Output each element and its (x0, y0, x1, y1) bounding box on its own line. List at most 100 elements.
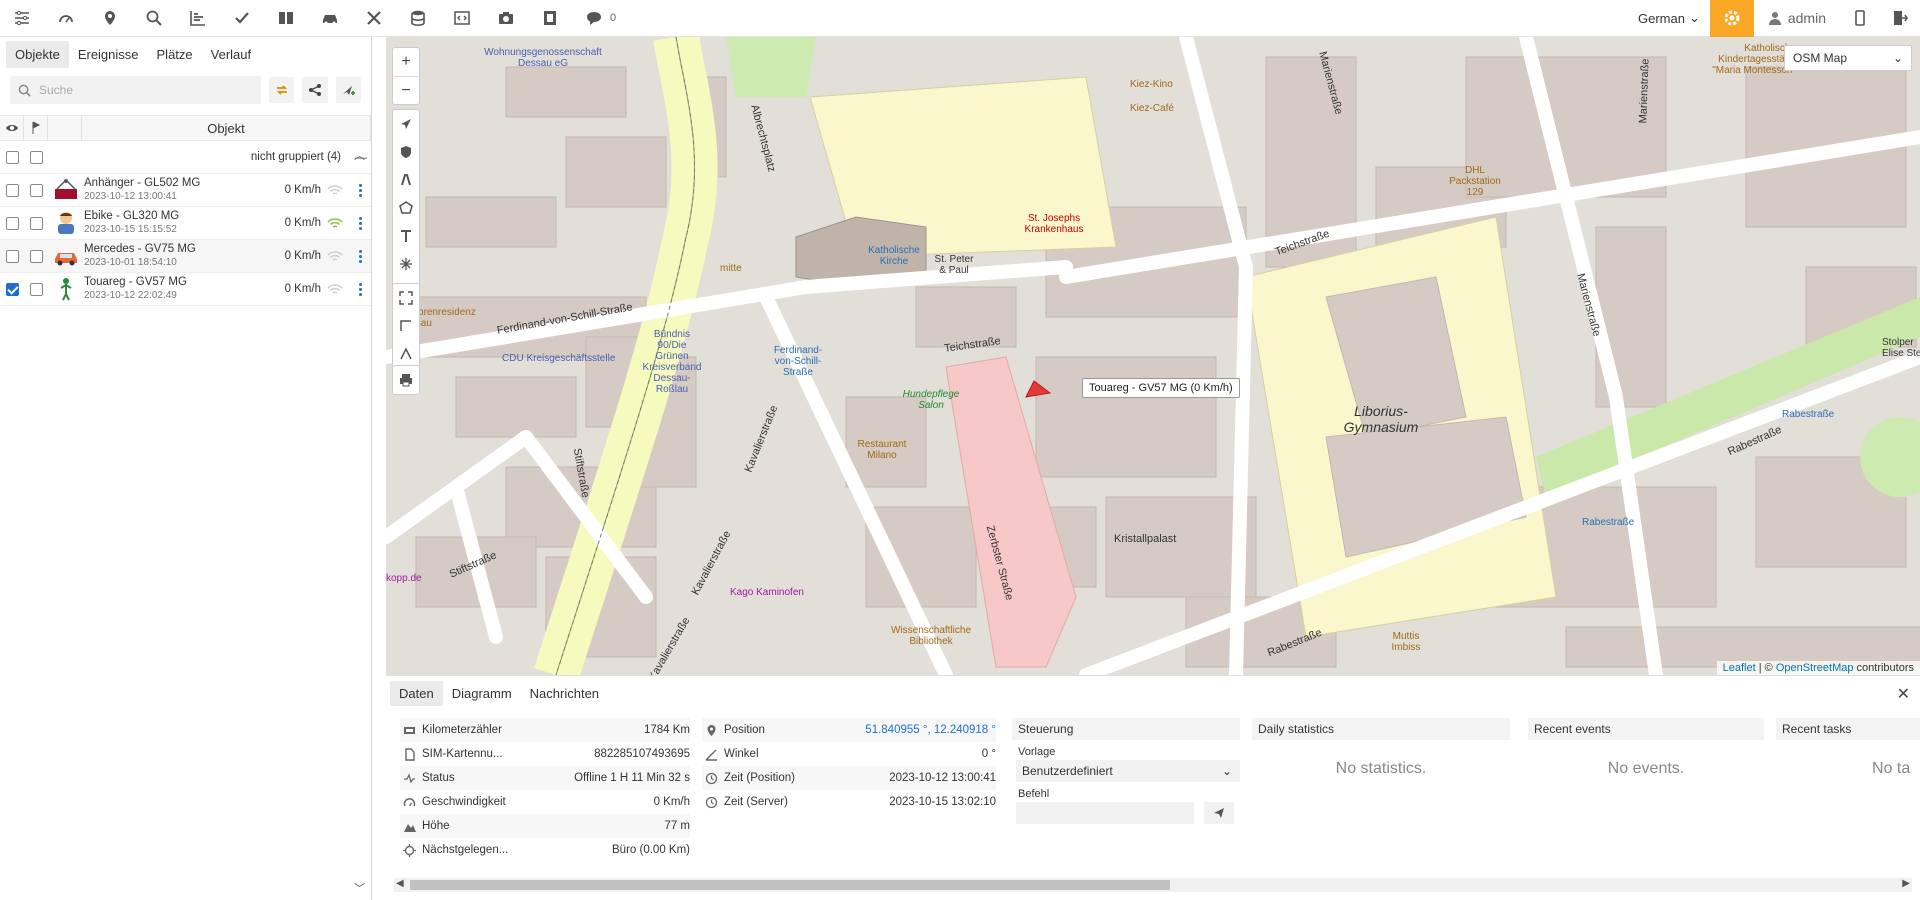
object-menu-icon[interactable] (349, 282, 371, 296)
recent-tasks-empty: No ta (1872, 760, 1911, 777)
object-row[interactable]: Mercedes - GV75 MG 2023-10-01 18:54:10 0… (0, 240, 371, 273)
dashboard-icon[interactable] (44, 0, 88, 37)
database-icon[interactable] (396, 0, 440, 37)
fullscreen-icon[interactable] (392, 284, 420, 312)
tab-nachrichten[interactable]: Nachrichten (521, 681, 608, 706)
close-icon[interactable]: ✕ (1897, 684, 1910, 704)
add-object-button[interactable] (335, 77, 361, 103)
tools-icon[interactable] (352, 0, 396, 37)
details-panel: Daten Diagramm Nachrichten ✕ Kilometerzä… (386, 675, 1920, 900)
place-label: Rabestraße (1582, 517, 1635, 528)
object-speed: 0 Km/h (284, 217, 321, 229)
visibility-eye-icon[interactable] (0, 115, 24, 141)
add-object-icon (343, 86, 356, 95)
object-follow-checkbox[interactable] (29, 282, 43, 296)
search-icon (18, 84, 31, 97)
detail-value[interactable]: 51.840955 °, 12.240918 ° (865, 724, 996, 736)
print-icon[interactable] (392, 366, 420, 394)
scroll-left-arrow[interactable]: ◀ (396, 878, 404, 889)
tab-daten[interactable]: Daten (390, 680, 443, 706)
place-label: Bündnis 90/Die Grünen Kreisverband Dessa… (642, 329, 702, 395)
chart-icon[interactable] (176, 0, 220, 37)
polygon-icon[interactable] (392, 194, 420, 222)
settings-button[interactable] (1709, 0, 1754, 37)
car-icon[interactable] (308, 0, 352, 37)
scrollbar-thumb[interactable] (410, 880, 1170, 890)
code-icon[interactable] (440, 0, 484, 37)
detail-label: SIM-Kartennu... (422, 748, 503, 760)
language-select[interactable]: German ⌄ (1628, 0, 1710, 37)
detail-row: Zeit (Server) 2023-10-15 13:02:10 (702, 790, 996, 814)
object-visible-checkbox[interactable] (5, 216, 19, 230)
user-menu[interactable]: admin (1754, 0, 1840, 37)
grid-header: Objekt (0, 115, 371, 141)
zoom-in-button[interactable]: + (392, 48, 420, 76)
navigate-icon[interactable] (392, 110, 420, 138)
share-button[interactable] (302, 77, 328, 103)
horizontal-scrollbar[interactable]: ◀ ▶ (394, 878, 1912, 892)
object-row[interactable]: Anhänger - GL502 MG 2023-10-12 13:00:41 … (0, 174, 371, 207)
osm-link[interactable]: OpenStreetMap (1776, 662, 1854, 674)
book-icon[interactable] (264, 0, 308, 37)
object-visible-checkbox[interactable] (5, 183, 19, 197)
object-menu-icon[interactable] (349, 249, 371, 263)
route-icon[interactable] (392, 166, 420, 194)
tab-objekte[interactable]: Objekte (6, 40, 69, 68)
template-label: Vorlage (1018, 746, 1056, 758)
search-icon[interactable] (132, 0, 176, 37)
signal-icon (321, 250, 349, 262)
map-view[interactable]: Albrechtsplatz Ferdinand-von-Schill-Stra… (386, 37, 1920, 675)
share-icon (309, 84, 322, 96)
group-row[interactable]: nicht gruppiert (4) — (0, 141, 371, 174)
sim-card-icon (400, 747, 418, 761)
zoom-out-button[interactable]: − (392, 76, 420, 104)
object-follow-checkbox[interactable] (29, 183, 43, 197)
group-visible-checkbox[interactable] (5, 150, 19, 164)
template-value: Benutzerdefiniert (1022, 764, 1113, 778)
object-visible-checkbox[interactable] (5, 282, 19, 296)
leaflet-link[interactable]: Leaflet (1723, 662, 1756, 674)
place-label: mitte (720, 263, 742, 274)
object-row[interactable]: Ebike - GL320 MG 2023-10-15 15:15:52 0 K… (0, 207, 371, 240)
object-follow-checkbox[interactable] (29, 216, 43, 230)
text-icon[interactable] (392, 222, 420, 250)
vehicle-icon (51, 209, 81, 237)
tab-plaetze[interactable]: Plätze (148, 41, 202, 68)
clock-icon (702, 796, 720, 809)
group-follow-checkbox[interactable] (29, 150, 43, 164)
scroll-up-arrow[interactable]: ︿ (354, 147, 365, 163)
send-button[interactable] (1204, 802, 1234, 824)
detail-row: Nächstgelegen... Büro (0.00 Km) (400, 838, 690, 862)
search-input[interactable] (39, 83, 239, 97)
film-icon[interactable] (528, 0, 572, 37)
logout-icon[interactable] (1880, 0, 1920, 37)
map-layer-select[interactable]: OSM Map ⌄ (1784, 45, 1912, 71)
map-pin-icon[interactable] (88, 0, 132, 37)
chevron-down-icon: ⌄ (1892, 51, 1903, 65)
clock-icon (702, 772, 720, 785)
object-visible-checkbox[interactable] (5, 249, 19, 263)
object-follow-checkbox[interactable] (29, 249, 43, 263)
angle-icon[interactable] (392, 340, 420, 368)
place-label: Kristallpalast (1114, 533, 1177, 545)
object-menu-icon[interactable] (349, 216, 371, 230)
scroll-down-arrow[interactable]: ﹀ (354, 880, 365, 896)
checkmark-icon[interactable] (220, 0, 264, 37)
tab-diagramm[interactable]: Diagramm (443, 681, 521, 706)
mobile-icon[interactable] (1840, 0, 1880, 37)
scroll-right-arrow[interactable]: ▶ (1902, 878, 1910, 889)
menu-icon[interactable] (0, 0, 44, 37)
object-menu-icon[interactable] (349, 183, 371, 197)
tab-verlauf[interactable]: Verlauf (202, 41, 260, 68)
command-input[interactable] (1016, 802, 1194, 824)
send-icon (1214, 808, 1224, 818)
shield-icon[interactable] (392, 138, 420, 166)
reload-button[interactable] (269, 77, 295, 103)
camera-icon[interactable] (484, 0, 528, 37)
snowflake-icon[interactable] (392, 250, 420, 278)
tab-ereignisse[interactable]: Ereignisse (69, 41, 148, 68)
object-row[interactable]: Touareg - GV57 MG 2023-10-12 22:02:49 0 … (0, 273, 371, 306)
template-select[interactable]: Benutzerdefiniert ⌄ (1016, 760, 1240, 782)
follow-icon[interactable] (24, 115, 48, 141)
ruler-icon[interactable] (392, 312, 420, 340)
